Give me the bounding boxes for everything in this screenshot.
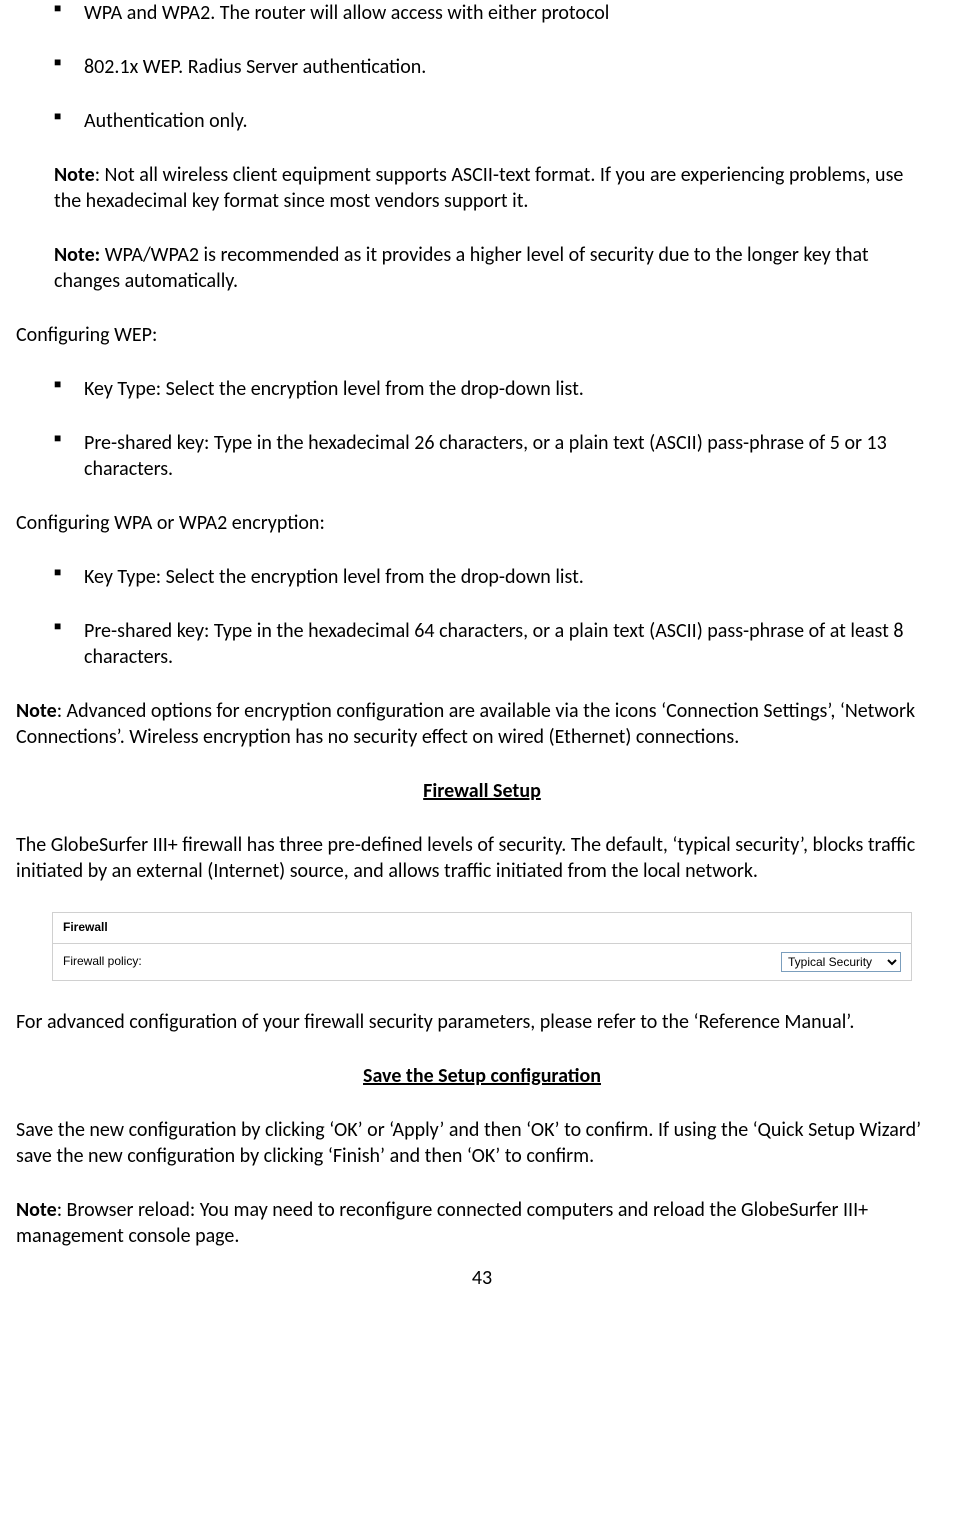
list-item: 802.1x WEP. Radius Server authentication… xyxy=(54,54,934,80)
firewall-policy-select[interactable]: Typical Security xyxy=(781,952,901,972)
note-text: : Not all wireless client equipment supp… xyxy=(54,163,903,213)
firewall-policy-row: Firewall policy: Typical Security xyxy=(53,944,911,980)
firewall-panel: Firewall Firewall policy: Typical Securi… xyxy=(52,912,912,981)
wep-bullet-list: Key Type: Select the encryption level fr… xyxy=(54,376,934,482)
note-text: : Browser reload: You may need to reconf… xyxy=(16,1198,868,1248)
list-item: Key Type: Select the encryption level fr… xyxy=(54,376,934,402)
note-label: Note xyxy=(16,699,57,723)
note-text: : Advanced options for encryption config… xyxy=(16,699,915,749)
page-number: 43 xyxy=(16,1265,948,1291)
note-wpa: Note: WPA/WPA2 is recommended as it prov… xyxy=(54,242,934,294)
wpa-heading: Configuring WPA or WPA2 encryption: xyxy=(16,510,934,536)
wep-heading: Configuring WEP: xyxy=(16,322,934,348)
list-item: Authentication only. xyxy=(54,108,934,134)
top-bullet-list: WPA and WPA2. The router will allow acce… xyxy=(54,0,934,134)
firewall-panel-title: Firewall xyxy=(53,913,911,944)
save-setup-heading: Save the Setup configuration xyxy=(16,1063,948,1089)
list-item: WPA and WPA2. The router will allow acce… xyxy=(54,0,934,26)
firewall-policy-label: Firewall policy: xyxy=(63,954,781,970)
note-label: Note xyxy=(54,163,95,187)
wpa-bullet-list: Key Type: Select the encryption level fr… xyxy=(54,564,934,670)
firewall-after-para: For advanced configuration of your firew… xyxy=(16,1009,934,1035)
note-browser-reload: Note: Browser reload: You may need to re… xyxy=(16,1197,934,1249)
save-setup-para: Save the new configuration by clicking ‘… xyxy=(16,1117,934,1169)
note-label: Note xyxy=(16,1198,57,1222)
note-advanced: Note: Advanced options for encryption co… xyxy=(16,698,934,750)
firewall-setup-heading: Firewall Setup xyxy=(16,778,948,804)
note-label: Note: xyxy=(54,243,100,267)
note-ascii: Note: Not all wireless client equipment … xyxy=(54,162,934,214)
note-text: WPA/WPA2 is recommended as it provides a… xyxy=(54,243,869,293)
list-item: Pre-shared key: Type in the hexadecimal … xyxy=(54,430,934,482)
list-item: Key Type: Select the encryption level fr… xyxy=(54,564,934,590)
list-item: Pre-shared key: Type in the hexadecimal … xyxy=(54,618,934,670)
firewall-intro: The GlobeSurfer III+ firewall has three … xyxy=(16,832,934,884)
